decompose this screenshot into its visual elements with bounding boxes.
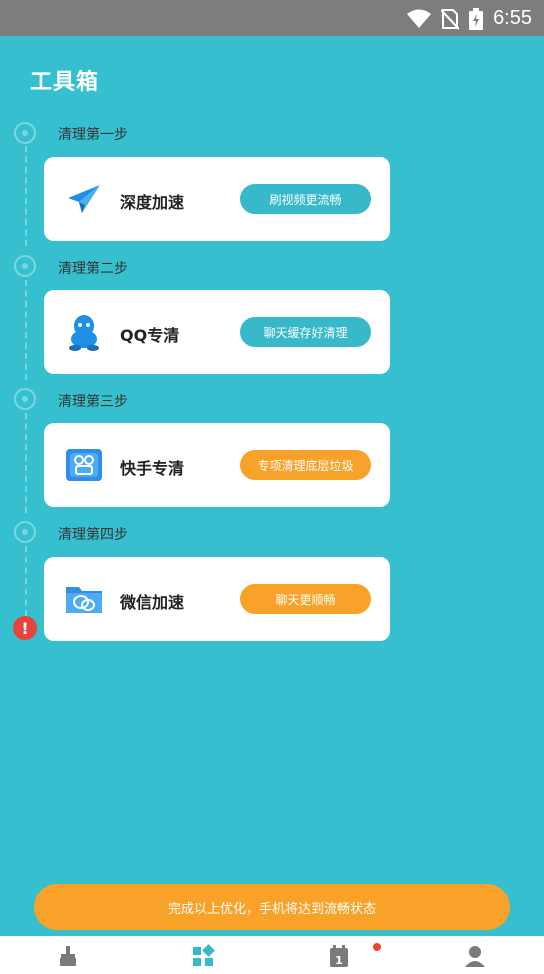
bottom-nav: 1 [0, 936, 544, 974]
deep-speedup-button[interactable]: 刷视频更流畅 [240, 184, 371, 214]
timeline-line [25, 546, 27, 616]
timeline-line [25, 146, 27, 246]
kuaishou-clean-button[interactable]: 专项清理底层垃圾 [240, 450, 371, 480]
tool-card-kuaishou-clean[interactable]: 快手专清 专项清理底层垃圾 [44, 423, 390, 507]
no-sim-icon [441, 8, 460, 30]
step-marker [14, 255, 36, 277]
status-bar: 6:55 [0, 0, 544, 36]
qq-penguin-icon [69, 315, 99, 351]
step-marker [14, 388, 36, 410]
wechat-folder-icon [66, 587, 102, 613]
step-marker [14, 521, 36, 543]
status-time: 6:55 [493, 7, 532, 29]
wechat-speedup-button[interactable]: 聊天更顺畅 [240, 584, 371, 614]
card-title: 微信加速 [120, 593, 185, 612]
tool-card-qq-clean[interactable]: QQ专清 聊天缓存好清理 [44, 290, 390, 374]
complete-optimization-button[interactable]: 完成以上优化，手机将达到流畅状态 [34, 884, 510, 930]
calendar-icon[interactable]: 1 [327, 944, 351, 968]
calendar-day: 1 [335, 954, 343, 967]
timeline-line [25, 413, 27, 513]
card-title: QQ专清 [120, 326, 180, 345]
toolbox-icon[interactable] [191, 944, 215, 968]
page-title: 工具箱 [30, 70, 100, 95]
alert-icon: ! [13, 616, 37, 640]
paper-plane-icon [68, 185, 100, 213]
step-label: 清理第三步 [58, 394, 128, 410]
profile-icon[interactable] [463, 944, 487, 968]
step-marker [14, 122, 36, 144]
card-title: 快手专清 [120, 459, 185, 478]
tool-card-deep-speedup[interactable]: 深度加速 刷视频更流畅 [44, 157, 390, 241]
step-label: 清理第一步 [58, 127, 128, 143]
notification-badge [373, 943, 381, 951]
timeline-line [25, 280, 27, 380]
step-label: 清理第四步 [58, 527, 128, 543]
step-label: 清理第二步 [58, 261, 128, 277]
card-title: 深度加速 [120, 193, 185, 212]
broom-icon[interactable] [56, 944, 80, 968]
qq-clean-button[interactable]: 聊天缓存好清理 [240, 317, 371, 347]
tool-card-wechat-speedup[interactable]: 微信加速 聊天更顺畅 [44, 557, 390, 641]
battery-charging-icon [469, 7, 484, 30]
kuaishou-icon [66, 449, 102, 481]
wifi-icon [407, 9, 432, 28]
